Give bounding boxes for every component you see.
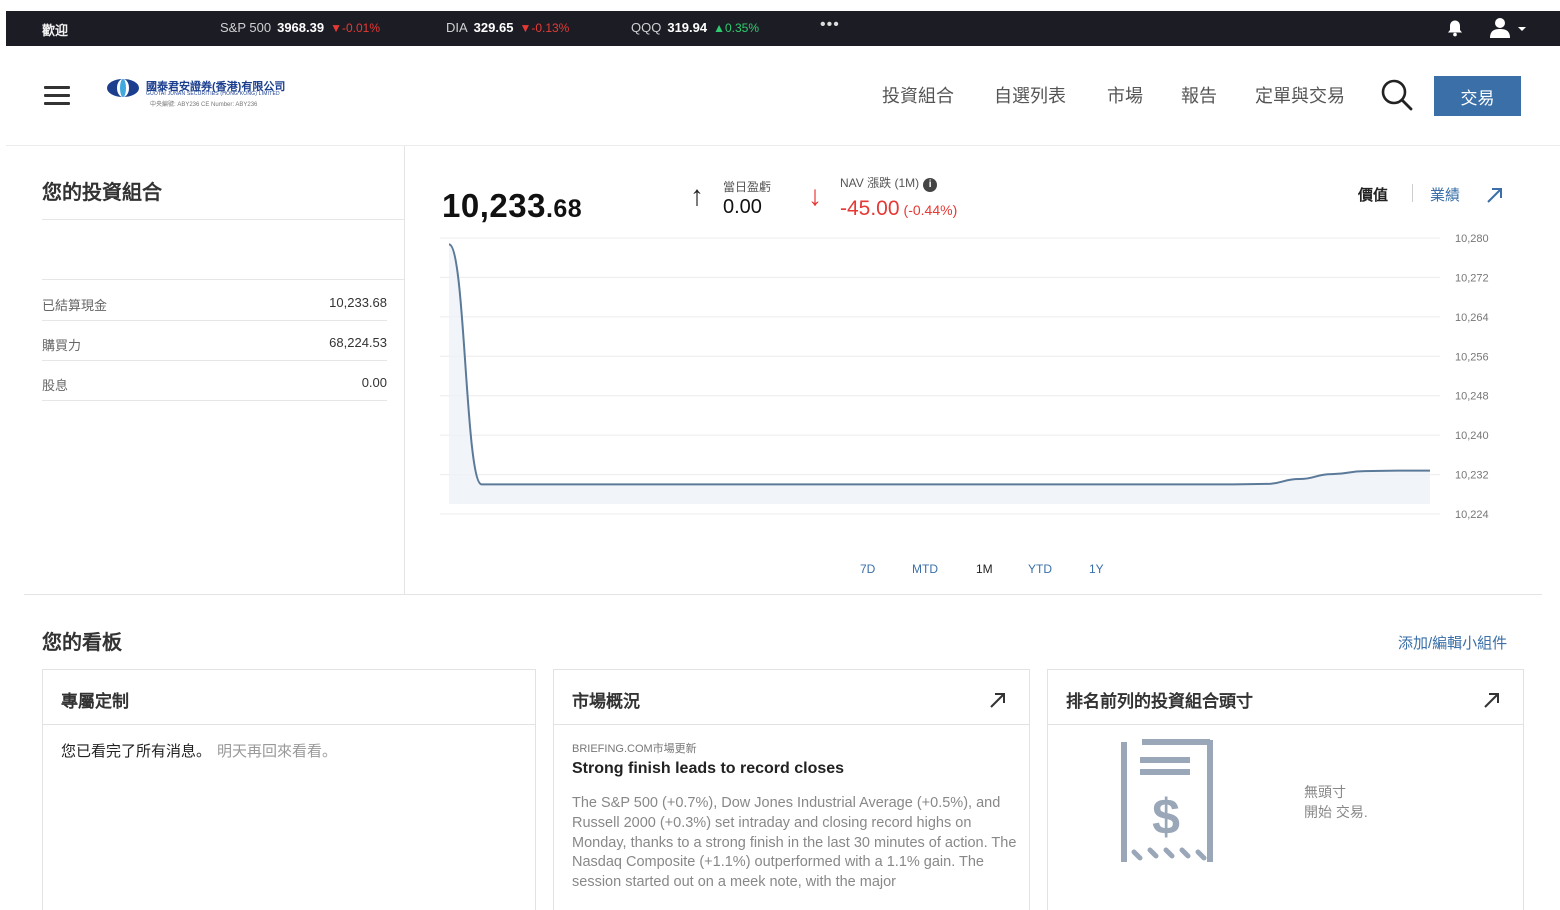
y-tick-label: 10,232 [1455, 470, 1489, 482]
more-icon[interactable]: ••• [820, 16, 840, 34]
svg-text:$: $ [1152, 789, 1180, 845]
row-value: 10,233.68 [329, 295, 387, 310]
nav-orders-trades[interactable]: 定單與交易 [1255, 82, 1345, 108]
ticker-bar: 歡迎 S&P 500 3968.39 ▼-0.01% DIA 329.65 ▼-0.13… [6, 11, 1560, 46]
logo-license: 中央編號: ABY236 CE Number: ABY236 [150, 102, 258, 108]
widget-title: 排名前列的投資組合頭寸 [1066, 692, 1253, 711]
row-value: 0.00 [361, 375, 387, 390]
range-1y[interactable]: 1Y [1089, 562, 1104, 576]
row-label: 股息 [42, 378, 69, 393]
logo-name-en: GUOTAI JUNAN SECURITIES (HONG KONG) LIMI… [146, 91, 280, 97]
y-tick-label: 10,224 [1455, 509, 1489, 521]
nav-change-value: -45.00 (-0.44%) [840, 197, 958, 220]
widget-header: 專屬定制 [43, 670, 535, 725]
company-logo[interactable]: 國泰君安證券(香港)有限公司 GUOTAI JUNAN SECURITIES (… [106, 76, 336, 112]
widget-top-positions: 排名前列的投資組合頭寸 $ 無頭寸 開始 交易. [1047, 669, 1524, 910]
ticker-price: 3968.39 [277, 20, 325, 35]
expand-icon[interactable] [988, 690, 1008, 710]
ticker-symbol: DIA [446, 20, 468, 35]
widget-title: 市場概況 [572, 692, 640, 711]
arrow-down-icon: ↓ [808, 180, 822, 211]
range-1m[interactable]: 1M [976, 562, 993, 576]
ticker-change: ▲0.35% [713, 21, 760, 35]
ticker-item-qqq[interactable]: QQQ 319.94 ▲0.35% [631, 20, 759, 35]
day-pl-value: 0.00 [723, 196, 762, 218]
ticker-change: ▼-0.13% [519, 21, 570, 35]
toggle-performance[interactable]: 業績 [1430, 184, 1460, 205]
y-tick-label: 10,280 [1455, 233, 1489, 245]
edit-widgets-link[interactable]: 添加/編輯小組件 [1398, 632, 1507, 653]
bell-icon[interactable] [1446, 19, 1464, 37]
y-tick-label: 10,272 [1455, 272, 1489, 284]
divider [42, 219, 405, 220]
ticker-change: ▼-0.01% [330, 21, 381, 35]
menu-icon[interactable] [44, 86, 70, 106]
range-7d[interactable]: 7D [860, 562, 875, 576]
toggle-divider [1412, 184, 1413, 202]
no-positions-message: 無頭寸 開始 交易. [1304, 784, 1368, 820]
row-buying-power: 購買力 68,224.53 [42, 321, 387, 361]
ticker-item-dia[interactable]: DIA 329.65 ▼-0.13% [446, 20, 569, 35]
ticker-symbol: S&P 500 [220, 20, 272, 35]
welcome-text: 歡迎 [42, 23, 69, 38]
divider [24, 594, 1542, 595]
range-mtd[interactable]: MTD [912, 562, 938, 576]
portfolio-summary-panel: 您的投資組合 已結算現金 10,233.68 購買力 68,224.53 股息 … [24, 146, 405, 594]
widget-header: 市場概況 [554, 670, 1029, 725]
arrow-up-icon: ↑ [690, 180, 704, 211]
search-icon[interactable] [1380, 78, 1414, 112]
expand-icon[interactable] [1485, 185, 1505, 205]
widget-title: 專屬定制 [61, 692, 129, 711]
news-source: BRIEFING.COM市場更新 [572, 743, 697, 755]
widget-market-overview: 市場概況 BRIEFING.COM市場更新 Strong finish lead… [553, 669, 1030, 910]
widget-header: 排名前列的投資組合頭寸 [1048, 670, 1523, 725]
nav-reports[interactable]: 報告 [1181, 82, 1217, 108]
news-headline[interactable]: Strong finish leads to record closes [572, 760, 844, 778]
y-tick-label: 10,256 [1455, 351, 1489, 363]
portfolio-title: 您的投資組合 [42, 182, 162, 204]
nav-value: 10,233.68 [442, 187, 583, 224]
user-icon[interactable] [1488, 17, 1528, 39]
day-pl-label: 當日盈虧 [723, 180, 772, 194]
toggle-value[interactable]: 價值 [1358, 184, 1388, 205]
nav-change-label: NAV 漲跌 (1M) i [840, 174, 938, 192]
y-tick-label: 10,240 [1455, 430, 1489, 442]
range-ytd[interactable]: YTD [1028, 562, 1052, 576]
nav-watchlist[interactable]: 自選列表 [994, 82, 1066, 108]
y-tick-label: 10,264 [1455, 312, 1489, 324]
nav-market[interactable]: 市場 [1107, 82, 1143, 108]
divider [42, 279, 405, 280]
logo-mark-icon [107, 79, 139, 97]
row-settled-cash: 已結算現金 10,233.68 [42, 281, 387, 321]
all-caught-up-message: 您已看完了所有消息。 明天再回來看看。 [61, 743, 338, 760]
row-value: 68,224.53 [329, 335, 387, 350]
widget-custom: 專屬定制 您已看完了所有消息。 明天再回來看看。 [42, 669, 536, 910]
row-dividends: 股息 0.00 [42, 361, 387, 401]
ticker-price: 329.65 [473, 20, 514, 35]
dashboard-title: 您的看板 [42, 632, 122, 654]
ticker-item-spx[interactable]: S&P 500 3968.39 ▼-0.01% [220, 20, 380, 35]
expand-icon[interactable] [1482, 690, 1502, 710]
receipt-dollar-icon: $ [1121, 739, 1213, 862]
y-tick-label: 10,248 [1455, 391, 1489, 403]
chevron-down-icon [1518, 27, 1526, 31]
news-body: The S&P 500 (+0.7%), Dow Jones Industria… [572, 795, 1017, 891]
series-line [448, 243, 1430, 486]
app-header: 國泰君安證券(香港)有限公司 GUOTAI JUNAN SECURITIES (… [6, 46, 1560, 146]
info-icon[interactable]: i [923, 178, 938, 192]
series-area [449, 244, 1430, 504]
row-label: 購買力 [42, 338, 82, 353]
nav-portfolio[interactable]: 投資組合 [882, 82, 954, 108]
row-label: 已結算現金 [42, 298, 108, 313]
trade-button[interactable]: 交易 [1434, 76, 1521, 116]
ticker-price: 319.94 [667, 20, 708, 35]
ticker-symbol: QQQ [631, 20, 662, 35]
